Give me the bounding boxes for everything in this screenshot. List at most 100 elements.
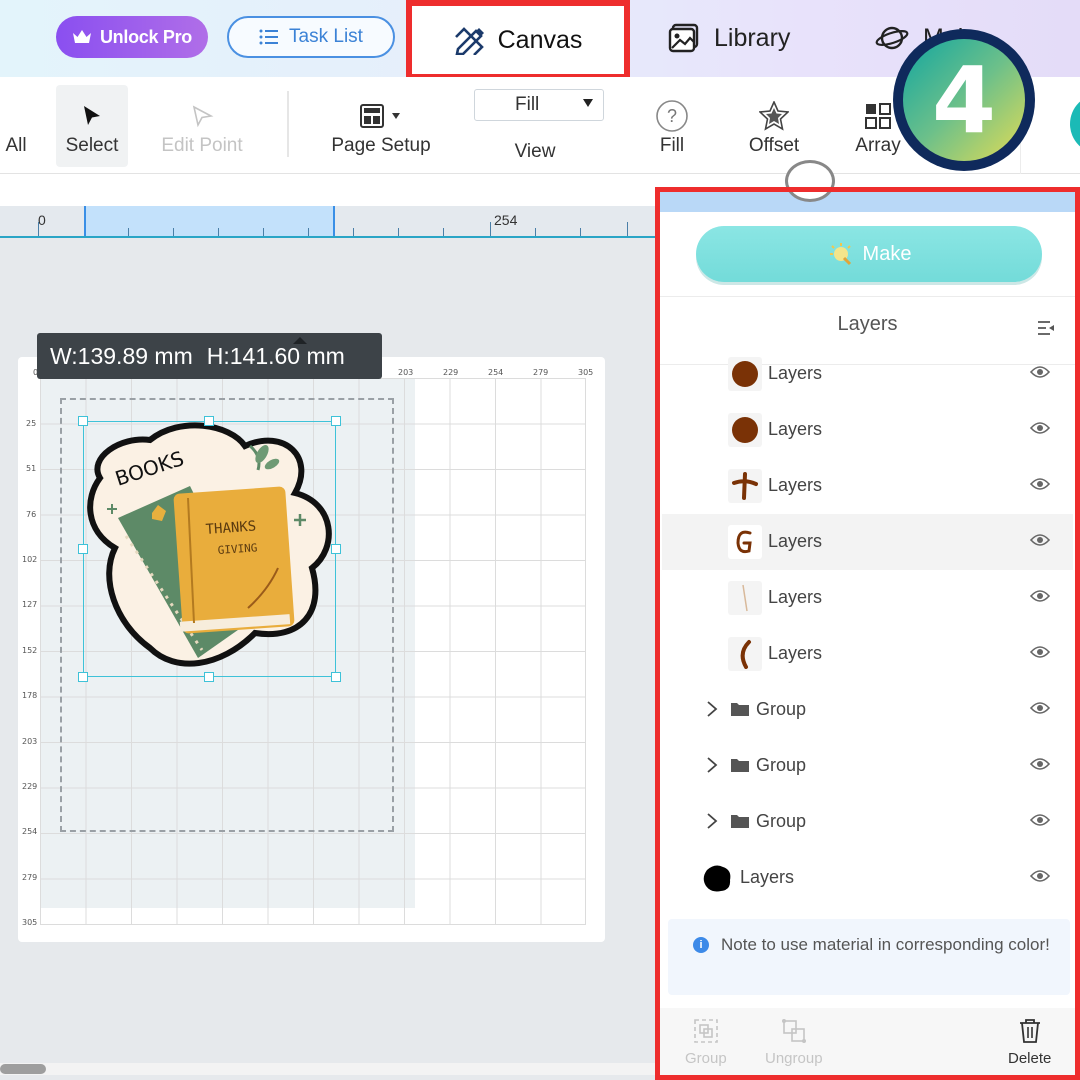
edit-point-icon — [192, 105, 214, 128]
resize-handle[interactable] — [331, 544, 341, 554]
view-label: View — [514, 141, 556, 162]
chevron-right-icon[interactable] — [706, 756, 718, 774]
make-button-label: Make — [862, 242, 912, 265]
selection-bounding-box[interactable] — [83, 421, 336, 677]
layer-label: Layers — [740, 867, 795, 887]
toolbar-divider — [287, 91, 289, 157]
tool-all[interactable]: All — [0, 85, 32, 167]
tab-library[interactable]: Library — [668, 12, 790, 64]
task-list-button[interactable]: Task List — [227, 16, 395, 58]
mat-top-label: 279 — [533, 368, 549, 377]
eye-icon[interactable] — [1030, 701, 1050, 715]
mat-top-label: 254 — [488, 368, 504, 377]
resize-handle[interactable] — [78, 416, 88, 426]
eye-icon[interactable] — [1030, 869, 1050, 883]
view-select[interactable]: Fill — [474, 89, 604, 121]
mat-top-label: 229 — [443, 368, 459, 377]
ruler-tick — [353, 228, 354, 236]
ruler-tick — [128, 228, 129, 236]
ungroup-button[interactable]: Ungroup — [765, 1018, 823, 1067]
layer-thumb-icon — [700, 861, 734, 895]
group-item[interactable]: Group — [662, 794, 1073, 850]
group-label: Group — [756, 755, 807, 775]
eye-icon[interactable] — [1030, 533, 1050, 547]
tool-offset[interactable]: Offset — [744, 85, 804, 167]
tool-select-label: Select — [65, 135, 119, 156]
layer-item[interactable]: Layers — [662, 570, 1073, 626]
view-control: Fill View — [474, 89, 604, 163]
group-label: Group — [756, 699, 807, 719]
resize-handle[interactable] — [204, 672, 214, 682]
help-circle-icon: ? — [656, 100, 688, 132]
chevron-right-icon[interactable] — [706, 700, 718, 718]
eye-icon[interactable] — [1030, 421, 1050, 435]
folder-icon — [731, 703, 749, 716]
group-icon — [694, 1019, 718, 1043]
dimension-tooltip: W:139.89 mm H:141.60 mm — [37, 333, 382, 379]
mat-left-label: 305 — [22, 918, 38, 927]
trash-icon — [1019, 1019, 1040, 1043]
info-icon: i — [693, 937, 709, 953]
width-readout: W:139.89 mm — [50, 342, 193, 369]
mat-left-label: 254 — [22, 827, 38, 836]
layer-item[interactable]: Layers — [662, 850, 1073, 906]
ruler-tick — [490, 222, 491, 236]
mat-left-label: 178 — [22, 691, 38, 700]
eye-icon[interactable] — [1030, 589, 1050, 603]
collapse-panel-icon[interactable] — [1037, 320, 1055, 336]
resize-handle[interactable] — [331, 416, 341, 426]
task-list-label: Task List — [289, 26, 363, 47]
ruler-tick — [308, 228, 309, 236]
delete-button[interactable]: Delete — [1008, 1018, 1051, 1067]
layer-item[interactable]: Layers — [662, 346, 1073, 402]
layer-item-selected[interactable]: Layers — [662, 514, 1073, 570]
tool-edit-point[interactable]: Edit Point — [152, 85, 252, 167]
ruler-tick — [173, 228, 174, 236]
ruler-label-0: 0 — [38, 212, 46, 228]
tool-array-label: Array — [855, 135, 901, 156]
panel-divider — [660, 296, 1075, 297]
folder-icon — [731, 815, 749, 828]
tool-select[interactable]: Select — [56, 85, 128, 167]
layer-item[interactable]: Layers — [662, 458, 1073, 514]
rotate-handle-icon[interactable] — [293, 337, 307, 344]
group-item[interactable]: Group — [662, 738, 1073, 794]
group-button-label: Group — [685, 1050, 727, 1067]
folder-icon — [731, 759, 749, 772]
pencil-ruler-icon — [454, 27, 484, 55]
tab-canvas[interactable]: Canvas — [406, 0, 630, 80]
tool-page-setup[interactable]: Page Setup — [326, 85, 436, 167]
mat-left-label: 51 — [26, 464, 37, 473]
step-badge-number: 4 — [903, 39, 1025, 161]
chevron-right-icon[interactable] — [706, 812, 718, 830]
unlock-pro-button[interactable]: Unlock Pro — [56, 16, 208, 58]
cursor-arrow-icon — [84, 106, 100, 125]
mat-top-label: 305 — [578, 368, 594, 377]
ruler-tick — [443, 228, 444, 236]
horizontal-scrollbar[interactable] — [0, 1063, 655, 1075]
horizontal-scrollbar-thumb[interactable] — [0, 1064, 46, 1074]
resize-handle[interactable] — [78, 672, 88, 682]
crown-icon — [72, 30, 91, 43]
resize-handle[interactable] — [331, 672, 341, 682]
resize-handle[interactable] — [78, 544, 88, 554]
eye-icon[interactable] — [1030, 757, 1050, 771]
layer-label: Layers — [768, 363, 823, 383]
layer-thumb-icon — [728, 525, 762, 559]
eye-icon[interactable] — [1030, 645, 1050, 659]
tool-fill[interactable]: ? Fill — [644, 85, 700, 167]
eye-icon[interactable] — [1030, 477, 1050, 491]
group-button[interactable]: Group — [685, 1018, 727, 1067]
layer-thumb-icon — [728, 581, 762, 615]
eye-icon[interactable] — [1030, 813, 1050, 827]
layer-item[interactable]: Layers — [662, 626, 1073, 682]
eye-icon[interactable] — [1030, 365, 1050, 379]
tab-canvas-label: Canvas — [497, 25, 583, 54]
make-button[interactable]: Make — [696, 226, 1042, 282]
layer-item[interactable]: Layers — [662, 402, 1073, 458]
group-item[interactable]: Group — [662, 682, 1073, 738]
delete-button-label: Delete — [1008, 1050, 1052, 1067]
mat-left-label: 127 — [22, 600, 38, 609]
resize-handle[interactable] — [204, 416, 214, 426]
list-icon — [259, 29, 279, 45]
